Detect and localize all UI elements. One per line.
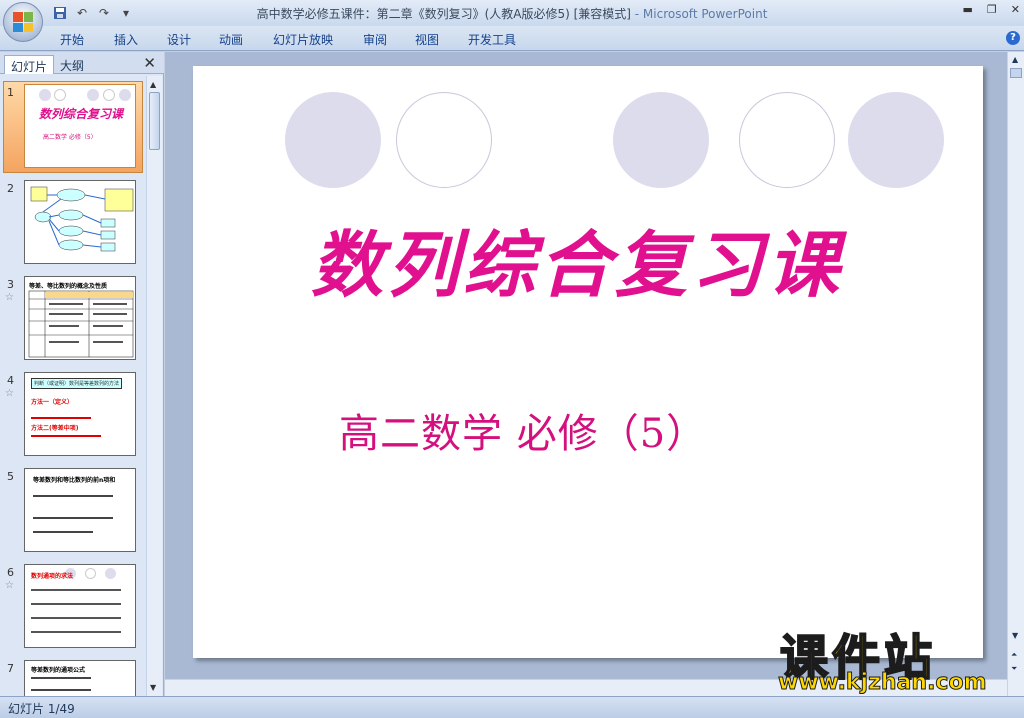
tab-developer[interactable]: 开发工具: [468, 31, 516, 48]
thumb-heading: 等差数列和等比数列的前n项和: [33, 477, 116, 484]
tab-animations[interactable]: 动画: [219, 31, 243, 48]
help-icon[interactable]: ?: [1006, 31, 1020, 45]
tab-outline[interactable]: 大纲: [54, 55, 90, 74]
thumbnail-number: 7: [7, 662, 14, 675]
thumb-line: [31, 589, 121, 591]
decor-circle-outline: [739, 92, 835, 188]
watermark-logo: 课件站 www.kjzhan.com: [772, 618, 1022, 698]
tab-design[interactable]: 设计: [167, 31, 191, 48]
slide-counter: 幻灯片 1/49: [8, 702, 75, 716]
thumbnail-number: 2: [7, 182, 14, 195]
close-pane-icon[interactable]: ✕: [143, 54, 156, 72]
thumb-circle: [105, 568, 116, 579]
thumb-callout: 判断（或证明）数列是等差数列的方法: [31, 378, 123, 389]
ribbon-tabs: 开始 插入 设计 动画 幻灯片放映 审阅 视图 开发工具 ?: [0, 26, 1024, 51]
restore-icon[interactable]: ❐: [987, 3, 997, 16]
tab-insert[interactable]: 插入: [114, 31, 138, 48]
thumbnail-slide-1[interactable]: 数列综合复习课 高二数学 必修（5）: [24, 84, 136, 168]
decor-circle-outline: [396, 92, 492, 188]
scroll-down-icon[interactable]: ▼: [150, 683, 156, 692]
thumb-circle: [87, 89, 99, 101]
tab-slideshow[interactable]: 幻灯片放映: [273, 31, 333, 48]
thumbnail-slide-2[interactable]: [24, 180, 136, 264]
thumb-line: [31, 617, 121, 619]
thumb-heading: 等差数列的通项公式: [31, 667, 86, 674]
thumb-table: [28, 290, 134, 358]
thumbnail-slide-6[interactable]: 数列通项的求法: [24, 564, 136, 648]
thumb-circle: [119, 89, 131, 101]
thumb-line: [31, 417, 91, 419]
current-slide[interactable]: 数列综合复习课 高二数学 必修（5）: [193, 66, 983, 658]
thumb-line: [33, 531, 93, 533]
thumb-title: 数列综合复习课: [39, 107, 124, 121]
animation-star-icon: ☆: [5, 292, 14, 303]
thumb-heading: 数列通项的求法: [31, 573, 74, 580]
slide-editor: 数列综合复习课 高二数学 必修（5） ▲ ▼ ⏶ ⏷: [165, 52, 1024, 696]
office-button[interactable]: [3, 2, 43, 42]
thumbnail-number: 1: [7, 86, 14, 99]
scroll-up-icon[interactable]: ▲: [150, 80, 156, 89]
pane-tabs: 幻灯片 大纲 ✕: [0, 52, 164, 74]
app-name: - Microsoft PowerPoint: [630, 7, 768, 21]
minimize-icon[interactable]: ▬: [963, 3, 973, 16]
thumb-line: [31, 689, 91, 691]
thumb-line: [31, 677, 91, 679]
window-title: 高中数学必修五课件：第二章《数列复习》(人教A版必修5) [兼容模式] - Mi…: [0, 5, 1024, 22]
thumbnail-slide-5[interactable]: 等差数列和等比数列的前n项和: [24, 468, 136, 552]
thumb-line: 方法一（定义）: [31, 399, 74, 406]
scrollbar-thumb[interactable]: [1010, 68, 1022, 78]
animation-star-icon: ☆: [5, 580, 14, 591]
thumbnail-number: 4: [7, 374, 14, 387]
thumbnail-number: 3: [7, 278, 14, 291]
slide-title[interactable]: 数列综合复习课: [311, 206, 843, 311]
tab-view[interactable]: 视图: [415, 31, 439, 48]
thumb-circle: [103, 89, 115, 101]
scrollbar-thumb[interactable]: [149, 92, 160, 150]
thumbnail-slide-7[interactable]: 等差数列的通项公式: [24, 660, 136, 696]
watermark-url: www.kjzhan.com: [778, 670, 988, 696]
thumbnail-number: 6: [7, 566, 14, 579]
thumbnail-slide-3[interactable]: 等差、等比数列的概念及性质: [24, 276, 136, 360]
decor-circle-filled: [613, 92, 709, 188]
thumb-circle: [39, 89, 51, 101]
thumb-line: [31, 631, 121, 633]
tab-review[interactable]: 审阅: [363, 31, 387, 48]
thumb-diagram: [30, 186, 134, 252]
thumb-line: [33, 517, 113, 519]
tab-home[interactable]: 开始: [60, 31, 84, 48]
thumbnail-list: 1 数列综合复习课 高二数学 必修（5） 2 3 ☆ 等差、等比数列的概念及性质…: [0, 76, 146, 696]
office-logo-icon: [13, 12, 33, 32]
decor-circle-filled: [285, 92, 381, 188]
title-bar: ↶ ↷ ▾ 高中数学必修五课件：第二章《数列复习》(人教A版必修5) [兼容模式…: [0, 0, 1024, 26]
thumb-circle: [54, 89, 66, 101]
slide-scrollbar[interactable]: ▲ ▼ ⏶ ⏷: [1007, 52, 1024, 696]
thumb-line: [31, 603, 121, 605]
decor-circle-filled: [848, 92, 944, 188]
scroll-up-icon[interactable]: ▲: [1012, 55, 1018, 64]
thumbnail-number: 5: [7, 470, 14, 483]
window-controls: ▬ ❐ ✕: [963, 3, 1021, 16]
slide-subtitle[interactable]: 高二数学 必修（5）: [339, 401, 707, 459]
close-icon[interactable]: ✕: [1011, 3, 1020, 16]
slides-pane: 幻灯片 大纲 ✕ 1 数列综合复习课 高二数学 必修（5） 2 3 ☆ 等差、等…: [0, 52, 164, 696]
thumb-subtitle: 高二数学 必修（5）: [43, 134, 97, 141]
thumbnail-scrollbar[interactable]: ▲ ▼: [146, 76, 162, 696]
thumbnail-slide-4[interactable]: 判断（或证明）数列是等差数列的方法 方法一（定义） 方法二(等差中项): [24, 372, 136, 456]
thumb-line: [33, 495, 113, 497]
tab-slides[interactable]: 幻灯片: [4, 55, 55, 74]
thumb-circle: [85, 568, 96, 579]
thumb-line: [31, 435, 101, 437]
document-title: 高中数学必修五课件：第二章《数列复习》(人教A版必修5) [兼容模式]: [256, 7, 631, 21]
status-bar: 幻灯片 1/49: [0, 696, 1024, 718]
animation-star-icon: ☆: [5, 388, 14, 399]
thumb-line: 方法二(等差中项): [31, 425, 79, 432]
